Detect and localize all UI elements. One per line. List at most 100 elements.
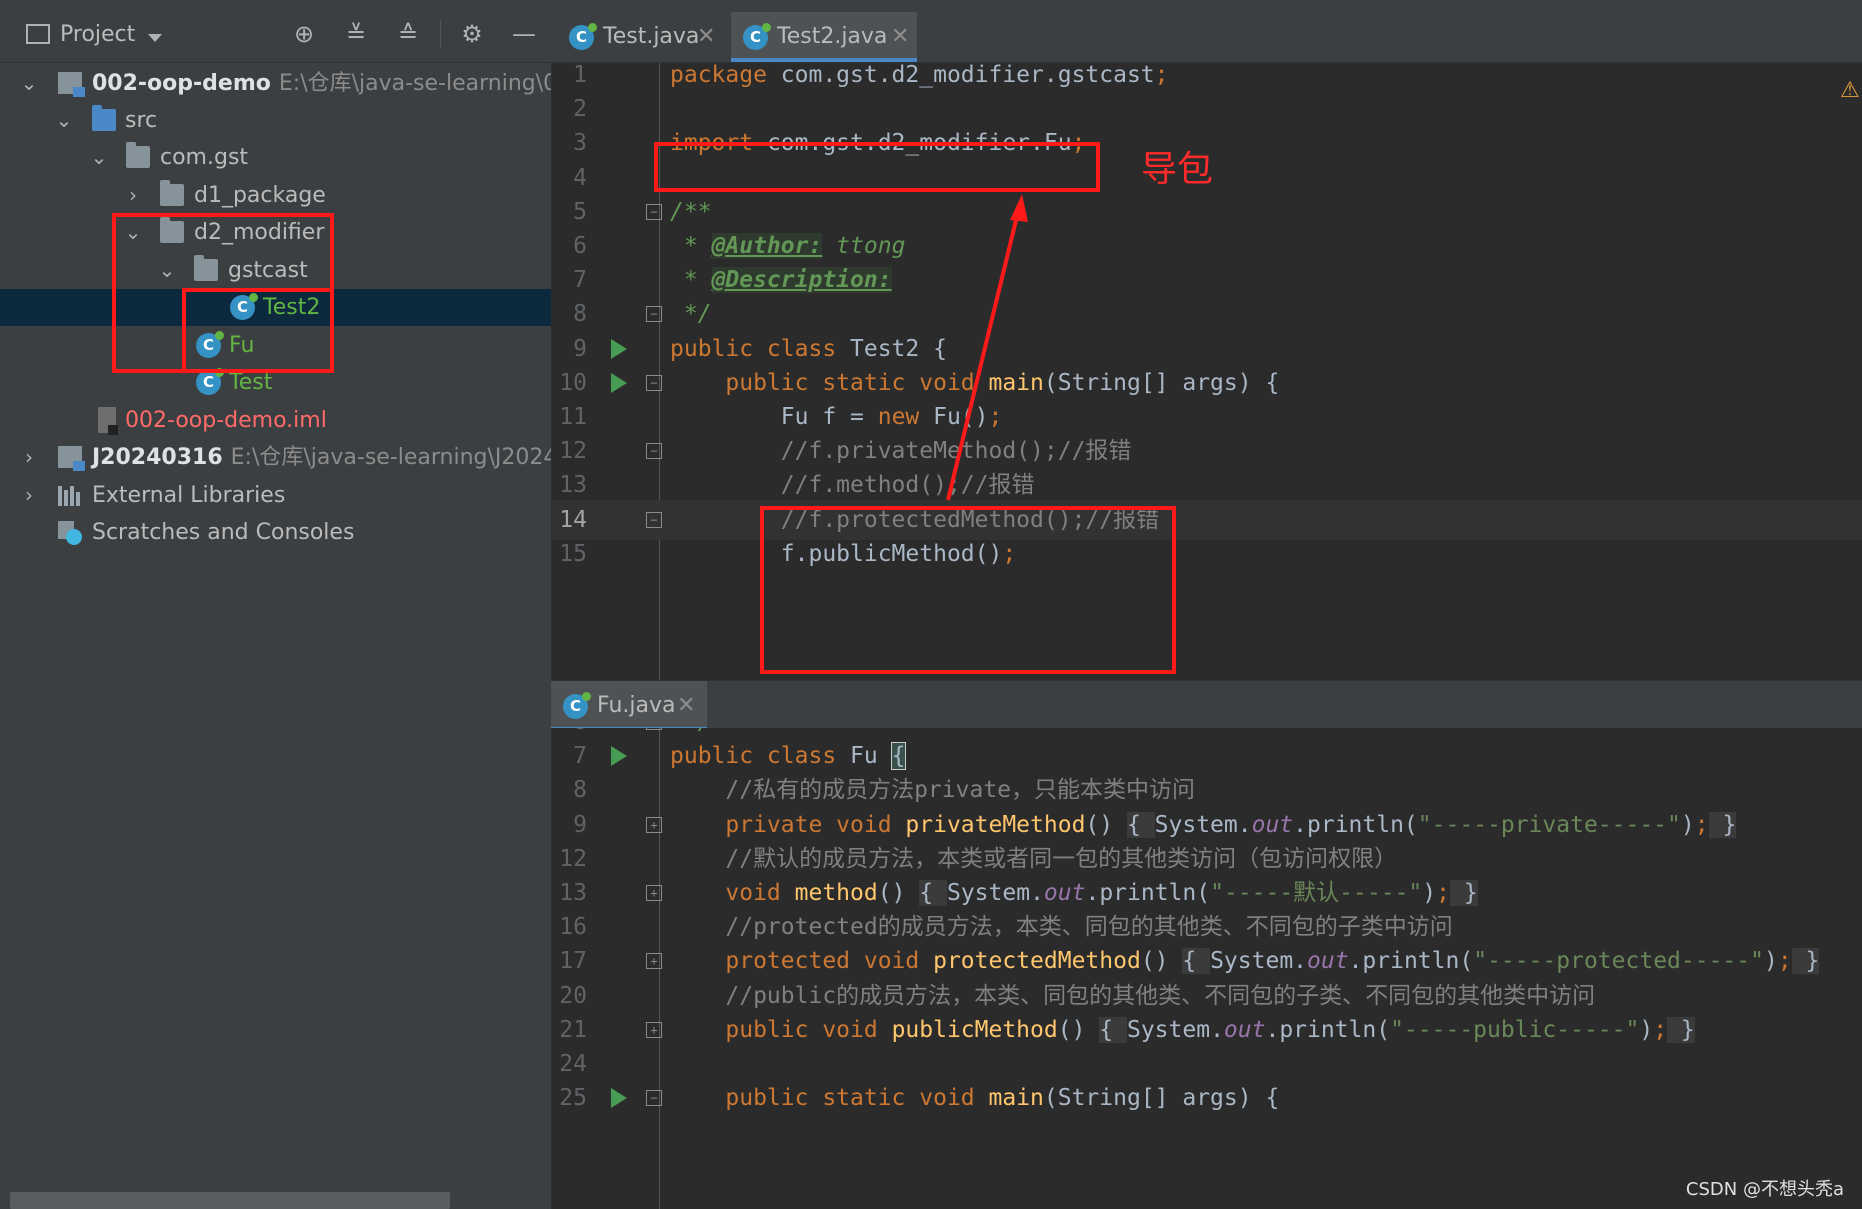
tree-item-label: 002-oop-demo.iml xyxy=(125,408,327,433)
code-token: //protected的成员方法，本类、同包的其他类、不同包的子类中访问 xyxy=(670,914,1453,941)
expand-all-icon[interactable]: ≚ xyxy=(340,18,372,50)
fold-icon[interactable]: − xyxy=(646,306,662,323)
code-token: public class xyxy=(670,743,851,770)
java-class-icon: C xyxy=(743,23,771,50)
code-token: "-----private-----" xyxy=(1417,811,1681,838)
code-token: .println( xyxy=(1293,811,1418,838)
tree-item-com-gst[interactable]: ⌄ com.gst xyxy=(0,139,551,176)
code-line[interactable]: 15 f.publicMethod(); xyxy=(551,534,1862,574)
code-token: Fu f = xyxy=(670,404,878,430)
code-token: out xyxy=(1043,880,1086,906)
package-folder-icon xyxy=(126,142,150,168)
watermark: CSDN @不想头秃a xyxy=(1685,1179,1844,1200)
run-icon[interactable] xyxy=(611,372,627,393)
run-icon[interactable] xyxy=(611,746,627,767)
hide-icon[interactable]: — xyxy=(508,18,540,50)
fold-icon[interactable]: + xyxy=(646,953,662,970)
code-token: public void xyxy=(725,1016,892,1043)
locate-icon[interactable]: ⊕ xyxy=(288,18,320,50)
code-token: ; xyxy=(1777,948,1792,975)
code-token: @Description: xyxy=(711,267,892,294)
project-title[interactable]: Project xyxy=(60,22,135,47)
fold-icon[interactable]: − xyxy=(646,443,662,460)
warning-icon[interactable]: ⚠ xyxy=(1840,78,1860,103)
fold-icon[interactable]: − xyxy=(646,511,662,528)
fold-icon[interactable]: − xyxy=(646,203,662,220)
code-token: () xyxy=(1057,1016,1100,1043)
project-toolbar: Project ⊕ ≚ ≙ ⚙ — xyxy=(0,0,551,63)
close-icon[interactable]: ✕ xyxy=(891,12,909,62)
code-token: public static void xyxy=(725,1085,989,1112)
tree-item-label: 002-oop-demo xyxy=(92,71,271,96)
module-folder-icon xyxy=(58,446,85,471)
code-token: package xyxy=(670,63,781,88)
toolbar-divider xyxy=(440,20,441,48)
collapse-all-icon[interactable]: ≙ xyxy=(392,18,424,50)
tree-item-iml[interactable]: 002-oop-demo.iml xyxy=(0,402,551,439)
tree-item-label: com.gst xyxy=(160,145,249,170)
code-line[interactable]: 25 − public static void main(String[] arg… xyxy=(551,1078,1862,1118)
line-number: 25 xyxy=(559,1085,587,1112)
code-token: } xyxy=(1708,811,1737,838)
tab-test2-java[interactable]: C Test2.java ✕ xyxy=(731,12,917,62)
code-editor-fu[interactable]: 6− */7public class Fu {8 //私有的成员方法privat… xyxy=(551,728,1862,1209)
project-view-icon[interactable] xyxy=(26,24,50,44)
code-token: @Author: xyxy=(711,233,823,259)
tree-item-src[interactable]: ⌄ src xyxy=(0,102,551,139)
code-token: ttong xyxy=(822,233,906,259)
tab-test-java[interactable]: C Test.java ✕ xyxy=(557,12,719,62)
code-token: //默认的成员方法，本类或者同一包的其他类访问（包访问权限） xyxy=(670,845,1398,872)
code-token: "-----protected-----" xyxy=(1473,948,1764,975)
chevron-down-icon[interactable]: ⌄ xyxy=(18,65,40,102)
dropdown-arrow-icon[interactable] xyxy=(148,34,162,42)
highlight-box-test2 xyxy=(182,288,334,373)
code-token: .println( xyxy=(1348,948,1474,975)
tab-fu-java[interactable]: C Fu.java ✕ xyxy=(551,681,707,731)
code-token: { xyxy=(1099,1016,1127,1043)
code-token: } xyxy=(1791,948,1820,975)
close-icon[interactable]: ✕ xyxy=(697,12,715,62)
chevron-down-icon[interactable]: ⌄ xyxy=(53,102,75,139)
fold-icon[interactable]: − xyxy=(646,728,662,730)
line-number: 15 xyxy=(559,540,587,567)
fold-icon[interactable]: + xyxy=(646,816,662,833)
tree-item-label: Scratches and Consoles xyxy=(92,520,355,545)
iml-file-icon xyxy=(98,407,118,435)
run-icon[interactable] xyxy=(611,338,627,359)
gear-icon[interactable]: ⚙ xyxy=(456,18,488,50)
code-token: out xyxy=(1223,1016,1266,1043)
code-token: * xyxy=(670,267,712,294)
horizontal-scrollbar[interactable] xyxy=(10,1192,450,1209)
highlight-box-method-calls xyxy=(760,506,1176,674)
fold-icon[interactable]: + xyxy=(646,885,662,901)
tree-item-label: src xyxy=(125,108,158,133)
code-token: } xyxy=(1449,880,1478,906)
tree-item-j20240316[interactable]: › J20240316 E:\仓库\java-se-learning\J20240… xyxy=(0,439,585,476)
tab-label: Test.java xyxy=(603,24,700,49)
java-class-icon: C xyxy=(196,368,224,395)
code-token: ; xyxy=(1436,880,1450,906)
code-token: protectedMethod xyxy=(933,948,1141,975)
tree-item-external-libraries[interactable]: › External Libraries xyxy=(0,477,551,514)
fold-icon[interactable]: − xyxy=(646,1090,662,1107)
tree-item-002-oop-demo[interactable]: ⌄ 002-oop-demo E:\仓库\java-se-learning\002 xyxy=(0,65,585,102)
module-folder-icon xyxy=(58,72,85,97)
chevron-right-icon[interactable]: › xyxy=(18,477,40,514)
tree-item-scratches[interactable]: Scratches and Consoles xyxy=(0,514,551,551)
tree-item-d1-package[interactable]: › d1_package xyxy=(0,177,551,214)
chevron-right-icon[interactable]: › xyxy=(122,177,144,214)
tree-item-label: d1_package xyxy=(194,183,326,208)
code-token: System. xyxy=(946,880,1044,906)
code-token: ; xyxy=(1653,1016,1668,1043)
code-token: { xyxy=(1126,811,1155,838)
fold-icon[interactable]: − xyxy=(646,374,662,391)
chevron-down-icon[interactable]: ⌄ xyxy=(88,139,110,176)
code-token: out xyxy=(1251,811,1294,838)
fold-icon[interactable]: + xyxy=(646,1021,662,1038)
close-icon[interactable]: ✕ xyxy=(677,681,695,731)
run-icon[interactable] xyxy=(611,1088,627,1109)
code-token: //私有的成员方法private，只能本类中访问 xyxy=(670,777,1196,804)
chevron-right-icon[interactable]: › xyxy=(18,439,40,476)
